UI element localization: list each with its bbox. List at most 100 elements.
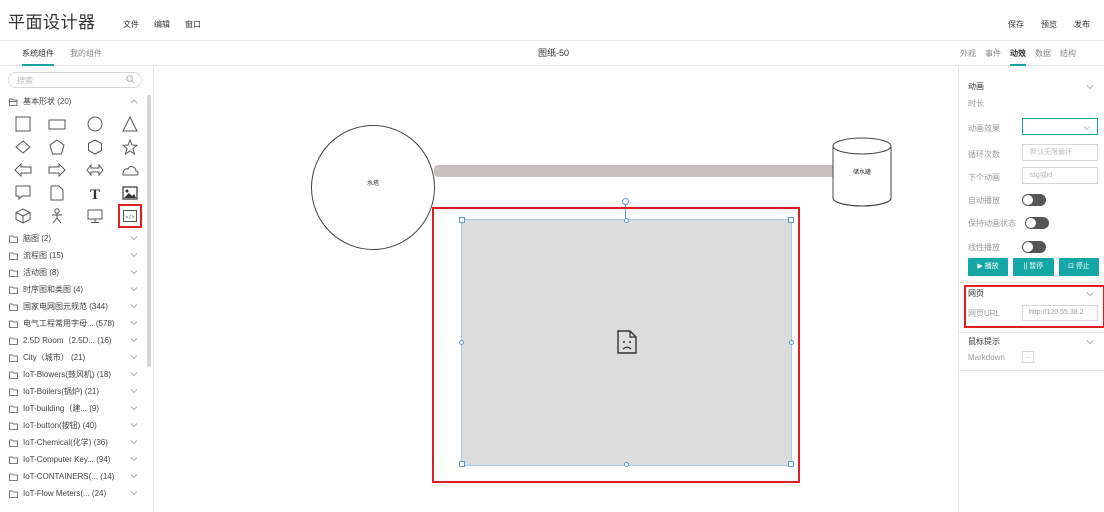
tab-structure[interactable]: 结构 bbox=[1060, 41, 1076, 66]
linear-toggle[interactable] bbox=[1022, 241, 1046, 253]
category-item[interactable]: IoT-building（建... (9) bbox=[0, 400, 146, 417]
chevron-down-icon bbox=[130, 319, 138, 328]
rotate-handle[interactable] bbox=[622, 198, 629, 205]
category-item[interactable]: IoT-Computer Key... (94) bbox=[0, 451, 146, 468]
cloud-icon[interactable] bbox=[119, 159, 141, 181]
chevron-down-icon bbox=[130, 404, 138, 413]
chevron-down-icon bbox=[130, 472, 138, 481]
component-tabs: 系统组件 我的组件 bbox=[22, 41, 102, 66]
right-arrow-icon[interactable] bbox=[46, 159, 68, 181]
category-item[interactable]: IoT-CONTAINERS(... (14) bbox=[0, 468, 146, 485]
menu-window[interactable]: 窗口 bbox=[185, 19, 201, 30]
rectangle-icon[interactable] bbox=[46, 113, 68, 135]
chevron-down-icon bbox=[130, 268, 138, 277]
category-item[interactable]: IoT-Flow Meters(... (24) bbox=[0, 485, 146, 502]
sub-bar: 系统组件 我的组件 图纸-50 外观 事件 动效 数据 结构 bbox=[0, 40, 1104, 66]
cube-icon[interactable] bbox=[12, 205, 34, 227]
canvas-title: 图纸-50 bbox=[538, 48, 570, 58]
category-item[interactable]: 流程图 (15) bbox=[0, 247, 146, 264]
autoplay-toggle[interactable] bbox=[1022, 194, 1046, 206]
folder-icon bbox=[9, 252, 18, 260]
svg-text:T: T bbox=[90, 187, 100, 201]
folder-icon bbox=[9, 354, 18, 362]
animation-section-header[interactable]: 动画 bbox=[968, 81, 1096, 95]
water-tank-node[interactable]: 储水罐 bbox=[832, 137, 892, 209]
keep-state-toggle[interactable] bbox=[1025, 217, 1049, 229]
scrollbar[interactable] bbox=[147, 95, 151, 367]
category-item[interactable]: IoT-Blowers(鼓风机) (18) bbox=[0, 366, 146, 383]
category-item[interactable]: City（城市） (21) bbox=[0, 349, 146, 366]
water-tower-node[interactable]: 水塔 bbox=[311, 125, 435, 250]
category-item[interactable]: 2.5D Room（2.5D... (16) bbox=[0, 332, 146, 349]
image-icon[interactable] bbox=[119, 182, 141, 204]
square-icon[interactable] bbox=[12, 113, 34, 135]
folder-icon bbox=[9, 388, 18, 396]
menu-edit[interactable]: 编辑 bbox=[154, 19, 170, 30]
folder-icon bbox=[9, 320, 18, 328]
next-animation-input[interactable]: tag或id bbox=[1022, 167, 1098, 184]
divider bbox=[959, 370, 1104, 371]
tab-system-components[interactable]: 系统组件 bbox=[22, 41, 54, 66]
tab-my-components[interactable]: 我的组件 bbox=[70, 41, 102, 66]
preview-button[interactable]: 预览 bbox=[1041, 19, 1057, 30]
category-label: City（城市） (21) bbox=[23, 353, 86, 362]
category-item[interactable]: IoT-Boilers(锅炉) (21) bbox=[0, 383, 146, 400]
folder-icon bbox=[9, 235, 18, 243]
tab-appearance[interactable]: 外观 bbox=[960, 41, 976, 66]
chevron-down-icon bbox=[130, 370, 138, 379]
top-bar: 平面设计器 文件 编辑 窗口 保存 预览 发布 bbox=[0, 0, 1104, 40]
category-item[interactable]: 国家电网图元规范 (344) bbox=[0, 298, 146, 315]
category-item[interactable]: IoT-button(按钮) (40) bbox=[0, 417, 146, 434]
category-item[interactable]: 活动图 (8) bbox=[0, 264, 146, 281]
pentagon-icon[interactable] bbox=[46, 136, 68, 158]
category-item[interactable]: 电气工程常用字母... (578) bbox=[0, 315, 146, 332]
tab-events[interactable]: 事件 bbox=[985, 41, 1001, 66]
circle-icon[interactable] bbox=[84, 113, 106, 135]
save-button[interactable]: 保存 bbox=[1008, 19, 1024, 30]
search-box bbox=[8, 72, 142, 88]
chevron-down-icon bbox=[130, 421, 138, 430]
hexagon-icon[interactable] bbox=[84, 136, 106, 158]
category-item[interactable]: IoT-Chemical(化学) (36) bbox=[0, 434, 146, 451]
pipe[interactable] bbox=[434, 165, 843, 177]
tab-data[interactable]: 数据 bbox=[1035, 41, 1051, 66]
category-label: 脑图 (2) bbox=[23, 234, 51, 243]
tab-animation[interactable]: 动效 bbox=[1010, 41, 1026, 66]
folder-icon bbox=[9, 439, 18, 447]
folder-icon bbox=[9, 303, 18, 311]
stop-button[interactable]: ⊡ 停止 bbox=[1059, 258, 1099, 276]
effect-select[interactable] bbox=[1022, 118, 1098, 135]
divider bbox=[959, 332, 1104, 333]
property-tabs: 外观 事件 动效 数据 结构 bbox=[960, 41, 1076, 66]
markdown-edit-button[interactable]: ... bbox=[1022, 351, 1034, 363]
monitor-icon[interactable] bbox=[84, 205, 106, 227]
left-arrow-icon[interactable] bbox=[12, 159, 34, 181]
category-label: IoT-building（建... (9) bbox=[23, 404, 100, 413]
category-item[interactable]: 时序图和类图 (4) bbox=[0, 281, 146, 298]
chevron-down-icon bbox=[130, 302, 138, 311]
category-basic-shapes[interactable]: 基本形状 (20) bbox=[0, 93, 146, 110]
double-arrow-icon[interactable] bbox=[84, 159, 106, 181]
tooltip-section-header[interactable]: 鼠标提示 bbox=[968, 336, 1096, 350]
category-item[interactable]: 脑图 (2) bbox=[0, 230, 146, 247]
category-label: IoT-CONTAINERS(... (14) bbox=[23, 472, 115, 481]
search-icon[interactable] bbox=[126, 75, 135, 86]
pause-button[interactable]: || 暂停 bbox=[1013, 258, 1054, 276]
diamond-icon[interactable] bbox=[12, 136, 34, 158]
document-icon[interactable] bbox=[46, 182, 68, 204]
design-canvas[interactable]: 水塔 储水罐 bbox=[155, 67, 958, 512]
triangle-icon[interactable] bbox=[119, 113, 141, 135]
search-input[interactable] bbox=[17, 74, 117, 86]
loop-input[interactable]: 默认无限循环 bbox=[1022, 144, 1098, 161]
person-icon[interactable] bbox=[46, 205, 68, 227]
text-icon[interactable]: T bbox=[84, 182, 106, 204]
component-panel: 基本形状 (20) T </> 脑图 (2) 流程图 (15) 活动图 ( bbox=[0, 67, 154, 512]
chevron-down-icon bbox=[130, 387, 138, 396]
linear-label: 线性播放 bbox=[968, 243, 1000, 252]
play-button[interactable]: ▶ 播放 bbox=[968, 258, 1008, 276]
star-icon[interactable] bbox=[119, 136, 141, 158]
callout-icon[interactable] bbox=[12, 182, 34, 204]
publish-button[interactable]: 发布 bbox=[1074, 19, 1090, 30]
webpage-icon[interactable]: </> bbox=[118, 204, 142, 228]
menu-file[interactable]: 文件 bbox=[123, 19, 139, 30]
